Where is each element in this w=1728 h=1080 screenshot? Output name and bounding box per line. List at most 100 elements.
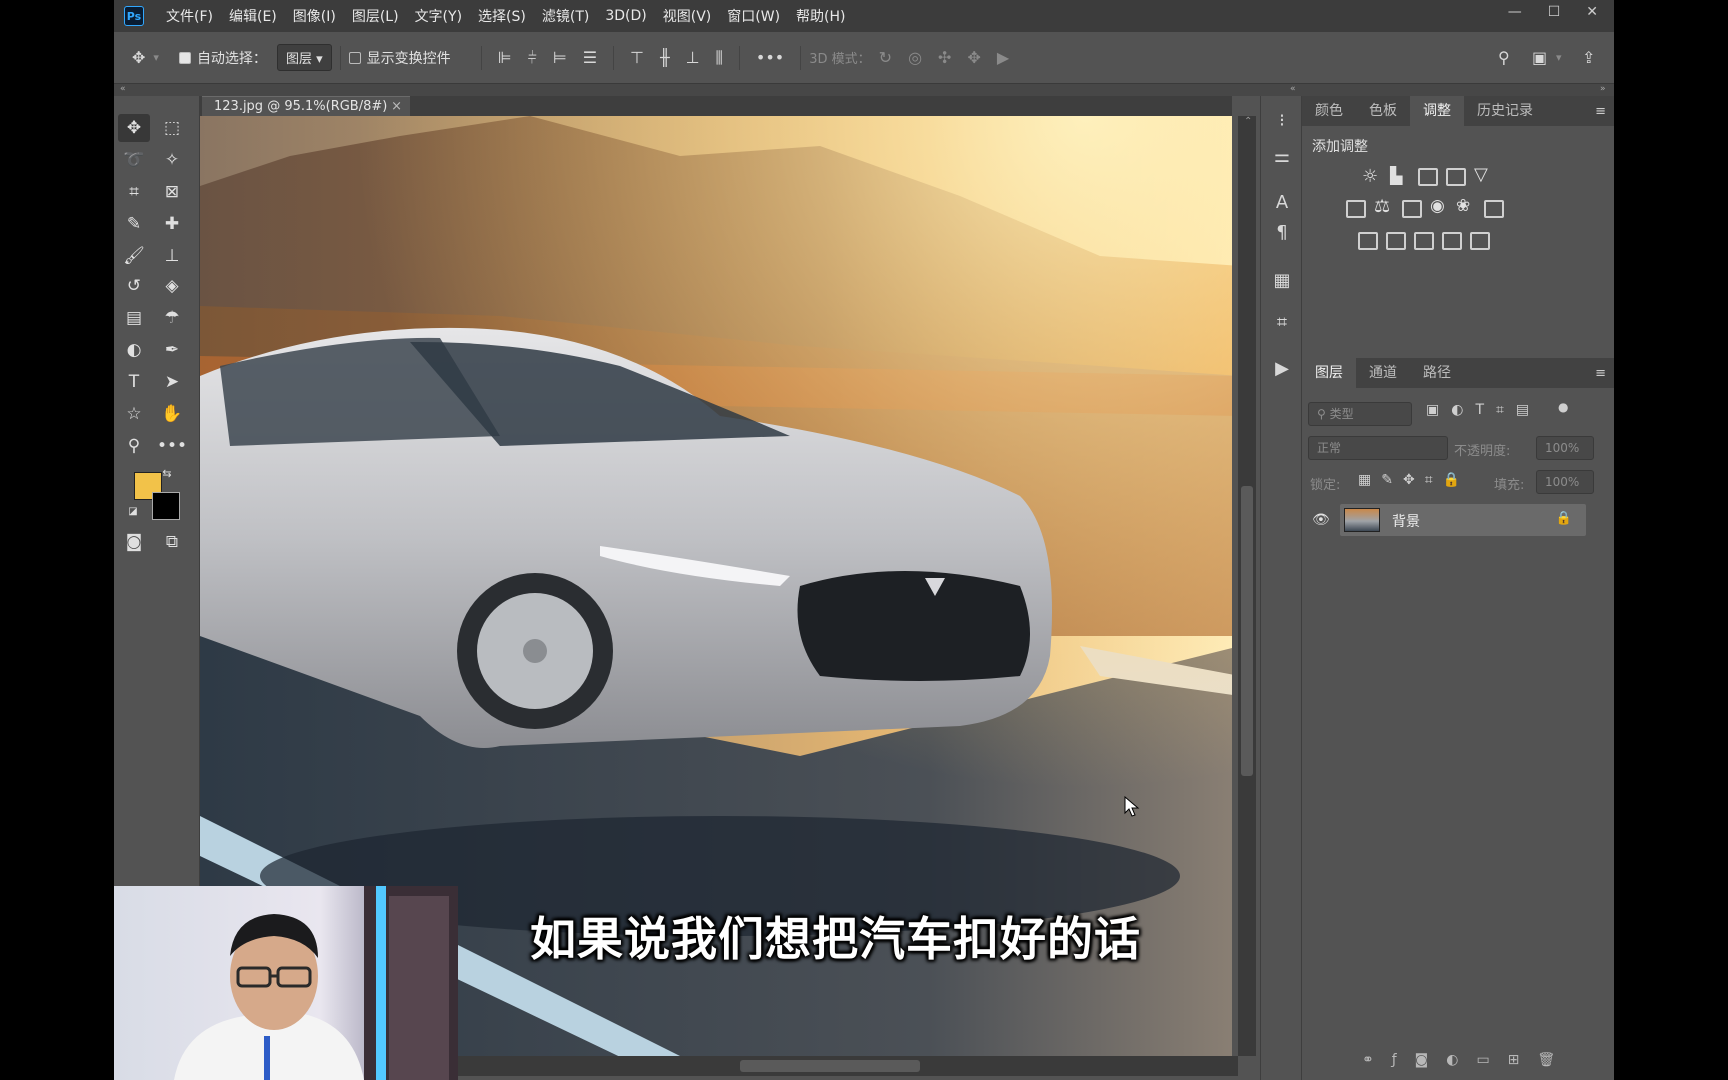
move-tool-icon[interactable]: ✥ bbox=[132, 48, 145, 67]
horizontal-scroll-thumb[interactable] bbox=[740, 1060, 920, 1072]
align-top-icon[interactable]: ⊤ bbox=[630, 48, 644, 67]
menu-view[interactable]: 视图(V) bbox=[663, 6, 712, 26]
path-selection-icon[interactable]: ➤ bbox=[156, 368, 188, 396]
distribute-vertical-icon[interactable]: ⫼ bbox=[716, 48, 723, 68]
color-lookup-icon[interactable] bbox=[1484, 200, 1504, 218]
close-tab-icon[interactable]: × bbox=[391, 97, 402, 117]
3d-slide-icon[interactable]: ✥ bbox=[967, 48, 980, 67]
tab-channels[interactable]: 通道 bbox=[1356, 358, 1410, 388]
menu-image[interactable]: 图像(I) bbox=[293, 6, 336, 26]
3d-roll-icon[interactable]: ◎ bbox=[908, 48, 922, 67]
document-tab[interactable]: 123.jpg @ 95.1%(RGB/8#) × bbox=[202, 96, 410, 116]
blur-tool-icon[interactable]: ☂ bbox=[156, 304, 188, 332]
crop-tool-icon[interactable]: ⌗ bbox=[118, 178, 150, 206]
eyedropper-icon[interactable]: ✎ bbox=[118, 210, 150, 238]
background-color-swatch[interactable] bbox=[152, 492, 180, 520]
filter-toggle-icon[interactable]: ● bbox=[1558, 400, 1568, 414]
swap-colors-icon[interactable]: ⇆ bbox=[158, 464, 176, 482]
zoom-tool-icon[interactable]: ⚲ bbox=[118, 432, 150, 460]
vibrance-icon[interactable]: ▽ bbox=[1474, 164, 1488, 185]
distribute-icon[interactable]: ☰ bbox=[583, 48, 597, 67]
auto-select-checkbox[interactable] bbox=[178, 50, 197, 66]
move-tool-icon[interactable]: ✥ bbox=[118, 114, 150, 142]
marquee-tool-icon[interactable]: ⬚ bbox=[156, 114, 188, 142]
vertical-scrollbar[interactable]: ⌃ bbox=[1238, 116, 1256, 1056]
brush-settings-icon[interactable]: ⁝ bbox=[1270, 108, 1294, 132]
tab-color[interactable]: 颜色 bbox=[1302, 96, 1356, 126]
maximize-button[interactable]: ☐ bbox=[1548, 4, 1561, 20]
paragraph-icon[interactable]: ¶ bbox=[1270, 220, 1294, 244]
auto-select-target-dropdown[interactable]: 图层 ▾ bbox=[276, 44, 332, 71]
collapse-icon[interactable]: « bbox=[120, 84, 126, 94]
vertical-scroll-thumb[interactable] bbox=[1241, 486, 1253, 776]
photo-filter-icon[interactable]: ◉ bbox=[1430, 196, 1445, 216]
crop-panel-icon[interactable]: ⌗ bbox=[1270, 310, 1294, 334]
healing-brush-icon[interactable]: ✚ bbox=[156, 210, 188, 238]
share-icon[interactable]: ⇪ bbox=[1582, 48, 1595, 67]
exposure-icon[interactable] bbox=[1446, 168, 1466, 186]
posterize-icon[interactable] bbox=[1386, 232, 1406, 250]
lasso-tool-icon[interactable]: ➰ bbox=[118, 146, 150, 174]
menu-select[interactable]: 选择(S) bbox=[478, 6, 526, 26]
blend-mode-dropdown[interactable]: 正常 bbox=[1308, 436, 1448, 460]
more-options-icon[interactable]: ••• bbox=[756, 48, 784, 67]
search-icon[interactable]: ⚲ bbox=[1498, 48, 1510, 67]
chevron-down-icon[interactable]: ▾ bbox=[1556, 51, 1562, 64]
play-actions-icon[interactable]: ▶ bbox=[1270, 356, 1294, 380]
default-colors-icon[interactable]: ◪ bbox=[124, 502, 142, 520]
black-white-icon[interactable] bbox=[1402, 200, 1422, 218]
gradient-tool-icon[interactable]: ▤ bbox=[118, 304, 150, 332]
tab-paths[interactable]: 路径 bbox=[1410, 358, 1464, 388]
opacity-field[interactable]: 100% bbox=[1536, 436, 1594, 460]
layer-filter-dropdown[interactable]: ⚲ 类型 bbox=[1308, 402, 1412, 426]
layer-filter-icons[interactable]: ▣◐T⌗▤ bbox=[1426, 402, 1541, 418]
levels-icon[interactable]: ▙ bbox=[1390, 166, 1402, 185]
gradient-map-icon[interactable] bbox=[1470, 232, 1490, 250]
minimize-button[interactable]: — bbox=[1508, 4, 1522, 20]
layer-row[interactable]: 背景 🔒 bbox=[1340, 504, 1586, 536]
stamp-tool-icon[interactable]: ⊥ bbox=[156, 242, 188, 270]
brush-tool-icon[interactable]: 🖌 bbox=[118, 242, 150, 270]
3d-camera-icon[interactable]: ▶ bbox=[997, 48, 1009, 67]
hand-tool-icon[interactable]: ✋ bbox=[156, 400, 188, 428]
menu-edit[interactable]: 编辑(E) bbox=[229, 6, 277, 26]
lock-options-icons[interactable]: ▦✎✥⌗🔒 bbox=[1358, 472, 1470, 488]
panel-menu-icon[interactable]: ≡ bbox=[1595, 104, 1606, 119]
frame-tool-icon[interactable]: ⊠ bbox=[156, 178, 188, 206]
history-brush-icon[interactable]: ↺ bbox=[118, 272, 150, 300]
align-right-icon[interactable]: ⊨ bbox=[553, 48, 567, 67]
chevron-down-icon[interactable]: ▾ bbox=[153, 51, 159, 64]
selective-color-icon[interactable] bbox=[1442, 232, 1462, 250]
properties-icon[interactable]: ⚌ bbox=[1270, 144, 1294, 168]
menu-window[interactable]: 窗口(W) bbox=[727, 6, 780, 26]
tab-adjustments[interactable]: 调整 bbox=[1410, 96, 1464, 126]
collapse-icon[interactable]: « bbox=[1290, 84, 1296, 94]
screen-mode-icon[interactable]: ⧉ bbox=[156, 528, 188, 556]
type-tool-icon[interactable]: T bbox=[118, 368, 150, 396]
expand-icon[interactable]: » bbox=[1600, 84, 1606, 94]
menu-3d[interactable]: 3D(D) bbox=[605, 8, 646, 24]
3d-orbit-icon[interactable]: ↻ bbox=[879, 48, 892, 67]
scroll-up-icon[interactable]: ⌃ bbox=[1244, 116, 1252, 127]
menu-file[interactable]: 文件(F) bbox=[166, 6, 213, 26]
close-button[interactable]: ✕ bbox=[1586, 4, 1598, 20]
hue-saturation-icon[interactable] bbox=[1346, 200, 1366, 218]
fill-field[interactable]: 100% bbox=[1536, 470, 1594, 494]
invert-icon[interactable] bbox=[1358, 232, 1378, 250]
shape-tool-icon[interactable]: ☆ bbox=[118, 400, 150, 428]
align-left-icon[interactable]: ⊫ bbox=[498, 48, 512, 67]
eraser-tool-icon[interactable]: ◈ bbox=[156, 272, 188, 300]
magic-wand-icon[interactable]: ✧ bbox=[156, 146, 188, 174]
channel-mixer-icon[interactable]: ❀ bbox=[1456, 196, 1470, 216]
menu-help[interactable]: 帮助(H) bbox=[796, 6, 845, 26]
color-balance-icon[interactable]: ⚖ bbox=[1374, 196, 1390, 217]
menu-filter[interactable]: 滤镜(T) bbox=[542, 6, 589, 26]
pen-tool-icon[interactable]: ✒ bbox=[156, 336, 188, 364]
panel-menu-icon[interactable]: ≡ bbox=[1595, 366, 1606, 381]
character-icon[interactable]: A bbox=[1270, 190, 1294, 214]
align-bottom-icon[interactable]: ⊥ bbox=[686, 48, 700, 67]
show-transform-checkbox[interactable] bbox=[348, 50, 367, 66]
visibility-eye-icon[interactable]: 👁 bbox=[1312, 512, 1330, 528]
brightness-icon[interactable]: ☼ bbox=[1362, 166, 1378, 187]
tab-swatches[interactable]: 色板 bbox=[1356, 96, 1410, 126]
